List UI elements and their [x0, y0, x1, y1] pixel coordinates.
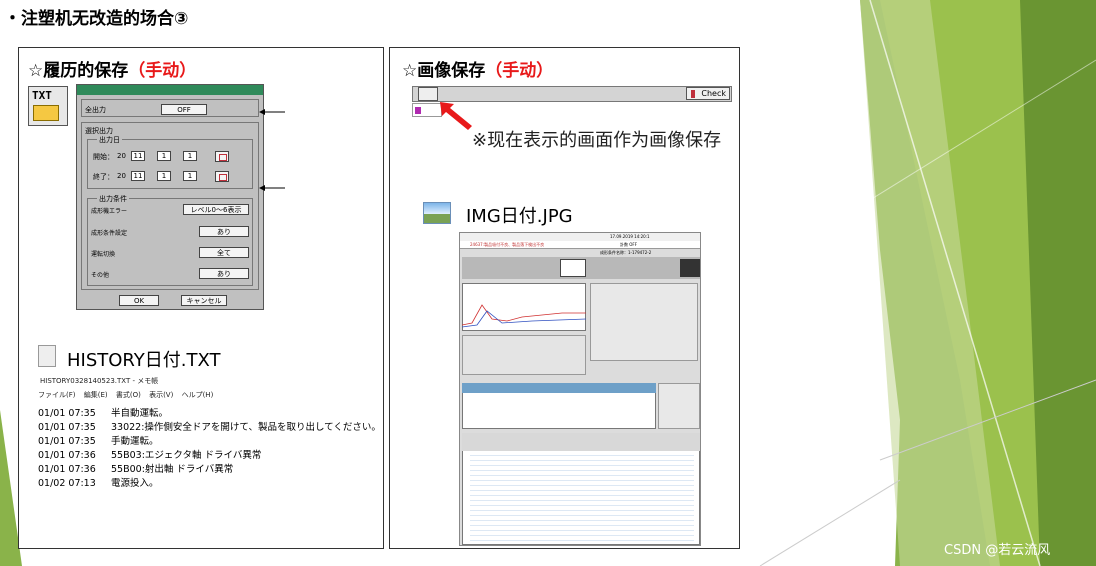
- machine-screen-thumbnail: 17.09.2019 14:20:1 24637:製品吸付不良、製品落下検出不良…: [459, 232, 701, 546]
- condition-label: 成形条件設定: [91, 230, 128, 237]
- end-year-field[interactable]: 11: [131, 171, 145, 181]
- start-year: 20: [117, 152, 126, 160]
- thumb-condition: 成形条件名称：1-179472-2: [600, 250, 652, 255]
- end-label: 終了：: [93, 173, 114, 181]
- condition-label: 成形機エラー: [91, 208, 128, 215]
- cancel-button[interactable]: キャンセル: [181, 295, 227, 306]
- txt-export-icon[interactable]: TXT: [28, 86, 68, 126]
- notepad-menu: ファイル(F) 編集(E) 書式(O) 表示(V) ヘルプ(H): [38, 390, 219, 400]
- history-panel-title: ☆履历的保存（手动）: [28, 56, 196, 81]
- check-button[interactable]: Check: [686, 87, 730, 100]
- thumb-alert: 24637:製品吸付不良、製品落下検出不良: [470, 242, 545, 247]
- condition-label: その他: [91, 272, 110, 279]
- history-file-name: HISTORY日付.TXT: [67, 350, 221, 371]
- txt-icon-label: TXT: [32, 89, 52, 102]
- folder-icon: [33, 105, 59, 121]
- thumb-topbar: [460, 233, 700, 241]
- ok-button[interactable]: OK: [119, 295, 159, 306]
- image-save-note: ※现在表示的画面作为画像保存: [472, 130, 722, 151]
- output-date-label: 出力日: [97, 135, 122, 145]
- thumb-pressure: [462, 335, 586, 375]
- condition-label: 運転切換: [91, 251, 116, 258]
- log-time: 01/01 07:35: [38, 408, 96, 419]
- all-output-toggle[interactable]: OFF: [161, 104, 207, 115]
- log-text: 33022:操作側安全ドアを開けて、製品を取り出してください。: [111, 422, 381, 433]
- thumb-active-tab: [560, 259, 586, 277]
- log-line: 01/01 07:36 55B00:射出軸 ドライバ異常: [38, 461, 233, 475]
- log-line: 01/01 07:35 半自動運転。: [38, 405, 168, 419]
- all-output-label: 全出力: [85, 106, 106, 114]
- condition-value-button[interactable]: 全て: [199, 247, 249, 258]
- log-line: 01/01 07:36 55B03:エジェクタ軸 ドライバ異常: [38, 447, 261, 461]
- log-time: 01/01 07:35: [38, 422, 96, 433]
- thumb-status: 計数 OFF: [620, 242, 638, 247]
- condition-value-button[interactable]: レベル0～6表示: [183, 204, 249, 215]
- dialog-title-bar: [77, 85, 263, 95]
- image-title-main: ☆画像保存: [402, 61, 486, 81]
- start-label: 開始：: [93, 153, 114, 161]
- image-panel-title: ☆画像保存（手动）: [402, 56, 553, 81]
- notepad-window: HISTORY0328140523.TXT - メモ帳 ファイル(F) 編集(E…: [38, 376, 384, 492]
- log-line: 01/02 07:13 電源投入。: [38, 475, 159, 489]
- watermark: CSDN @若云流风: [944, 543, 1051, 558]
- output-conditions-label: 出力条件: [97, 194, 129, 204]
- condition-value-button[interactable]: あり: [199, 226, 249, 237]
- menu-format[interactable]: 書式(O): [116, 391, 141, 399]
- dialog-arrows: [259, 109, 285, 191]
- condition-value-button[interactable]: あり: [199, 268, 249, 279]
- log-line: 01/01 07:35 33022:操作側安全ドアを開けて、製品を取り出してくださ…: [38, 419, 381, 433]
- image-file-name: IMG日付.JPG: [466, 206, 573, 227]
- log-text: 半自動運転。: [111, 408, 169, 419]
- image-save-panel: ☆画像保存（手动） Check ※现在表示的画面作为画像保存 IMG日付.JPG…: [389, 47, 740, 549]
- menu-file[interactable]: ファイル(F): [38, 391, 76, 399]
- thumb-history-header: [462, 433, 700, 451]
- thumb-tab-end: [680, 259, 700, 277]
- document-icon: [38, 345, 56, 367]
- history-title-main: ☆履历的保存: [28, 61, 129, 81]
- log-time: 01/02 07:13: [38, 478, 96, 489]
- start-day-field[interactable]: 1: [183, 151, 197, 161]
- image-file-icon: [423, 202, 451, 224]
- log-line: 01/01 07:35 手動運転。: [38, 433, 159, 447]
- page-title: ・注塑机无改造的场合③: [4, 9, 189, 29]
- start-calendar-icon[interactable]: [215, 151, 229, 162]
- menu-edit[interactable]: 編集(E): [84, 391, 108, 399]
- history-save-panel: ☆履历的保存（手动） TXT 全出力 OFF 選択出力 出力日 開始： 20 1…: [18, 47, 384, 549]
- end-month-field[interactable]: 1: [157, 171, 171, 181]
- thumb-graph-lines: [462, 304, 586, 328]
- thumb-datetime: 17.09.2019 14:20:1: [610, 234, 650, 239]
- end-calendar-icon[interactable]: [215, 171, 229, 182]
- start-year-field[interactable]: 11: [131, 151, 145, 161]
- log-text: 55B00:射出軸 ドライバ異常: [111, 464, 234, 475]
- end-year: 20: [117, 172, 126, 180]
- log-text: 手動運転。: [111, 436, 159, 447]
- end-day-field[interactable]: 1: [183, 171, 197, 181]
- history-export-dialog: 全出力 OFF 選択出力 出力日 開始： 20 11 1 1 終了： 20 11…: [76, 84, 264, 310]
- log-text: 55B03:エジェクタ軸 ドライバ異常: [111, 450, 262, 461]
- thumb-history-rows: [470, 451, 694, 541]
- start-month-field[interactable]: 1: [157, 151, 171, 161]
- log-time: 01/01 07:36: [38, 464, 96, 475]
- thumb-settings: [590, 283, 698, 361]
- image-title-paren: （手动）: [485, 61, 554, 81]
- menu-help[interactable]: ヘルプ(H): [182, 391, 214, 399]
- thumb-side-info: [658, 383, 700, 429]
- log-time: 01/01 07:36: [38, 450, 96, 461]
- menu-view[interactable]: 表示(V): [149, 391, 173, 399]
- printer-icon[interactable]: [418, 87, 438, 101]
- notepad-title: HISTORY0328140523.TXT - メモ帳: [40, 377, 159, 385]
- history-title-paren: （手动）: [128, 61, 197, 81]
- red-arrow-icon: [440, 102, 472, 130]
- log-time: 01/01 07:35: [38, 436, 96, 447]
- thumb-table-header: [462, 383, 656, 393]
- log-text: 電源投入。: [111, 478, 159, 489]
